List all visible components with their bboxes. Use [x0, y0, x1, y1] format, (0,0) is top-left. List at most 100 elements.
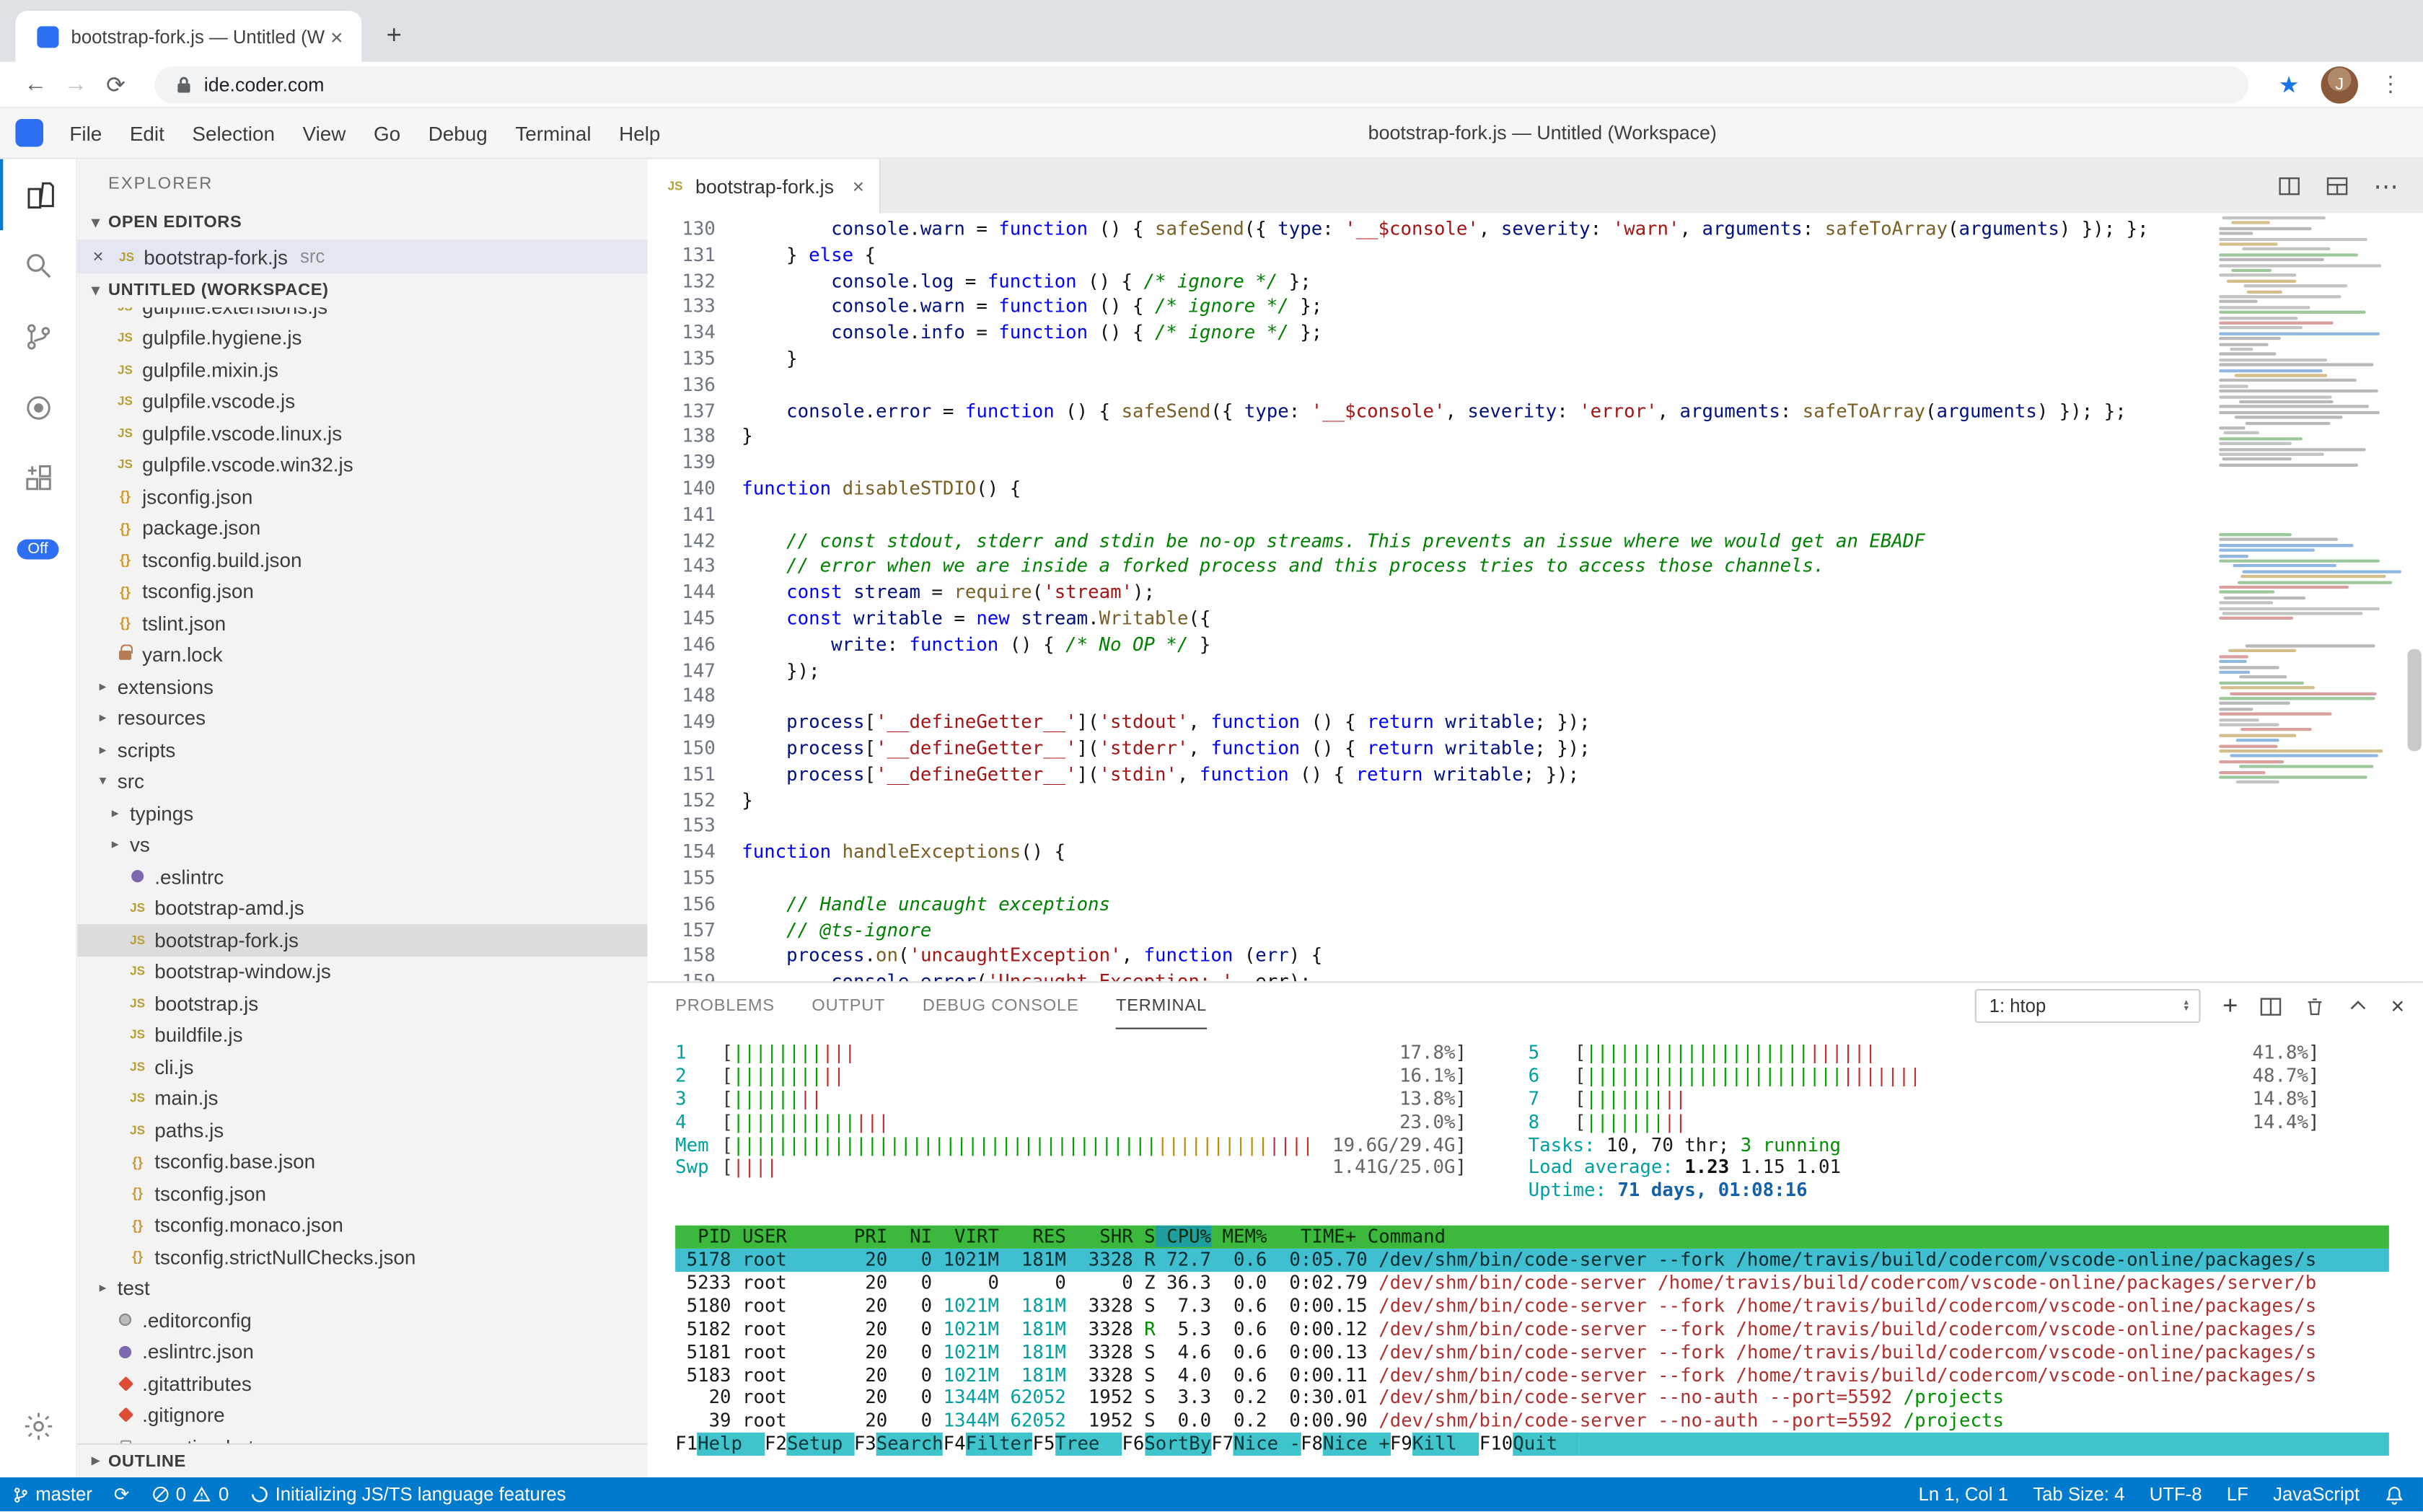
eol-item[interactable]: LF [2227, 1484, 2248, 1506]
tree-item-yarn.lock[interactable]: yarn.lock [77, 639, 647, 671]
tree-item-buildfile.js[interactable]: JSbuildfile.js [77, 1019, 647, 1051]
tree-item-scripts[interactable]: ▸scripts [77, 734, 647, 766]
tree-item-vs[interactable]: ▸vs [77, 829, 647, 861]
source-control-icon[interactable] [0, 302, 76, 373]
language-mode-item[interactable]: JavaScript [2273, 1484, 2360, 1506]
more-actions-icon[interactable]: ⋯ [2373, 171, 2398, 202]
kill-terminal-trash-icon[interactable] [2305, 995, 2326, 1018]
workbench: Off EXPLORER ▾ OPEN EDITORS × JS bootstr… [0, 159, 2423, 1477]
tree-item-test[interactable]: ▸test [77, 1273, 647, 1304]
notifications-bell-icon[interactable] [2384, 1485, 2404, 1505]
tab-output[interactable]: OUTPUT [812, 983, 885, 1029]
tree-item-.eslintrc[interactable]: .eslintrc [77, 861, 647, 892]
editor-tab-bootstrap-fork[interactable]: JS bootstrap-fork.js × [648, 159, 881, 214]
tree-item-gulpfile.mixin.js[interactable]: JSgulpfile.mixin.js [77, 354, 647, 386]
code-editor[interactable]: 130 console.warn = function () { safeSen… [648, 214, 2423, 982]
editor-layout-icon[interactable] [2326, 175, 2349, 198]
menu-selection[interactable]: Selection [178, 108, 289, 158]
tree-item-.gitignore[interactable]: .gitignore [77, 1399, 647, 1431]
tree-item-.mention-bot[interactable]: .mention-bot [77, 1431, 647, 1443]
editor-scrollbar[interactable] [2408, 649, 2422, 751]
menu-debug[interactable]: Debug [414, 108, 501, 158]
search-icon[interactable] [0, 230, 76, 302]
tree-item-gulpfile.vscode.win32.js[interactable]: JSgulpfile.vscode.win32.js [77, 449, 647, 480]
tab-close-icon[interactable]: × [853, 175, 864, 198]
settings-gear-icon[interactable] [0, 1391, 76, 1462]
tree-item-tsconfig.base.json[interactable]: {}tsconfig.base.json [77, 1146, 647, 1177]
tree-item-gulpfile.hygiene.js[interactable]: JSgulpfile.hygiene.js [77, 322, 647, 354]
debug-icon[interactable] [0, 372, 76, 444]
tree-item-tsconfig.json[interactable]: {}tsconfig.json [77, 576, 647, 607]
workspace-header[interactable]: ▾ UNTITLED (WORKSPACE) [77, 273, 647, 307]
menu-help[interactable]: Help [605, 108, 674, 158]
tree-item-gulpfile.vscode.linux.js[interactable]: JSgulpfile.vscode.linux.js [77, 417, 647, 449]
tree-item-cli.js[interactable]: JScli.js [77, 1051, 647, 1083]
collaboration-off-badge[interactable]: Off [17, 540, 58, 560]
extensions-icon[interactable] [0, 444, 76, 515]
outline-header[interactable]: ▸ OUTLINE [77, 1443, 647, 1477]
browser-tab[interactable]: bootstrap-fork.js — Untitled (W × [15, 11, 361, 62]
tree-item-bootstrap.js[interactable]: JSbootstrap.js [77, 988, 647, 1019]
new-tab-button[interactable]: + [374, 15, 414, 56]
tree-item-tsconfig.strictNullChecks.json[interactable]: {}tsconfig.strictNullChecks.json [77, 1241, 647, 1273]
menu-edit[interactable]: Edit [116, 108, 179, 158]
code-line: 146 write: function () { /* No OP */ } [648, 632, 2423, 658]
tree-item-tsconfig.monaco.json[interactable]: {}tsconfig.monaco.json [77, 1209, 647, 1241]
bookmark-star-icon[interactable]: ★ [2279, 70, 2300, 98]
tree-item-.eslintrc.json[interactable]: .eslintrc.json [77, 1336, 647, 1368]
address-bar[interactable]: ide.coder.com [154, 66, 2248, 102]
menu-view[interactable]: View [289, 108, 359, 158]
terminal-select[interactable]: 1: htop ▲▼ [1975, 989, 2201, 1023]
back-button[interactable]: ← [15, 64, 56, 105]
close-icon[interactable]: × [93, 246, 115, 268]
tab-close-icon[interactable]: × [324, 24, 349, 48]
tree-item-extensions[interactable]: ▸extensions [77, 671, 647, 703]
cursor-position-item[interactable]: Ln 1, Col 1 [1919, 1484, 2008, 1506]
git-branch-item[interactable]: master [12, 1484, 92, 1506]
tree-item-tsconfig.build.json[interactable]: {}tsconfig.build.json [77, 544, 647, 576]
close-panel-icon[interactable]: × [2391, 993, 2404, 1019]
maximize-panel-icon[interactable] [2348, 995, 2370, 1017]
tree-item-.gitattributes[interactable]: .gitattributes [77, 1368, 647, 1399]
indentation-item[interactable]: Tab Size: 4 [2033, 1484, 2124, 1506]
browser-avatar[interactable]: J [2321, 66, 2358, 102]
tree-item-jsconfig.json[interactable]: {}jsconfig.json [77, 480, 647, 512]
tree-item-gulpfile.extensions.js[interactable]: JSgulpfile.extensions.js [77, 307, 647, 322]
tree-item-src[interactable]: ▾src [77, 765, 647, 797]
menu-go[interactable]: Go [360, 108, 415, 158]
refresh-button[interactable]: ⟳ [96, 64, 136, 105]
tree-item-resources[interactable]: ▸resources [77, 703, 647, 734]
tree-item-tsconfig.json[interactable]: {}tsconfig.json [77, 1177, 647, 1209]
tree-item-bootstrap-window.js[interactable]: JSbootstrap-window.js [77, 956, 647, 988]
tree-item-typings[interactable]: ▸typings [77, 797, 647, 829]
forward-button[interactable]: → [56, 64, 96, 105]
tree-item-gulpfile.vscode.js[interactable]: JSgulpfile.vscode.js [77, 385, 647, 417]
explorer-icon[interactable] [0, 159, 76, 231]
terminal-view[interactable]: 1[|||||||||||17.8%]5[|||||||||||||||||||… [648, 1029, 2423, 1477]
tree-item-main.js[interactable]: JSmain.js [77, 1083, 647, 1115]
tree-item-label: gulpfile.extensions.js [142, 307, 327, 317]
sync-item[interactable]: ⟳ [114, 1484, 130, 1506]
code-line: 154function handleExceptions() { [648, 839, 2423, 865]
open-editor-item[interactable]: × JS bootstrap-fork.js src [77, 239, 647, 273]
tab-problems[interactable]: PROBLEMS [675, 983, 775, 1029]
tree-item-package.json[interactable]: {}package.json [77, 512, 647, 544]
tree-item-label: scripts [118, 738, 175, 761]
split-terminal-icon[interactable] [2259, 995, 2282, 1018]
minimap[interactable] [2213, 214, 2405, 982]
tab-terminal[interactable]: TERMINAL [1116, 983, 1207, 1029]
encoding-item[interactable]: UTF-8 [2150, 1484, 2202, 1506]
tree-item-.editorconfig[interactable]: .editorconfig [77, 1304, 647, 1336]
tree-item-tslint.json[interactable]: {}tslint.json [77, 607, 647, 639]
browser-menu-icon[interactable]: ⋮ [2373, 71, 2407, 97]
tree-item-bootstrap-fork.js[interactable]: JSbootstrap-fork.js [77, 924, 647, 956]
menu-terminal[interactable]: Terminal [501, 108, 605, 158]
split-editor-icon[interactable] [2278, 175, 2301, 198]
tab-debug-console[interactable]: DEBUG CONSOLE [923, 983, 1079, 1029]
menu-file[interactable]: File [56, 108, 115, 158]
tree-item-bootstrap-amd.js[interactable]: JSbootstrap-amd.js [77, 892, 647, 924]
open-editors-header[interactable]: ▾ OPEN EDITORS [77, 206, 647, 239]
tree-item-paths.js[interactable]: JSpaths.js [77, 1115, 647, 1146]
problems-item[interactable]: 0 0 [151, 1484, 229, 1506]
new-terminal-icon[interactable]: + [2222, 990, 2238, 1021]
